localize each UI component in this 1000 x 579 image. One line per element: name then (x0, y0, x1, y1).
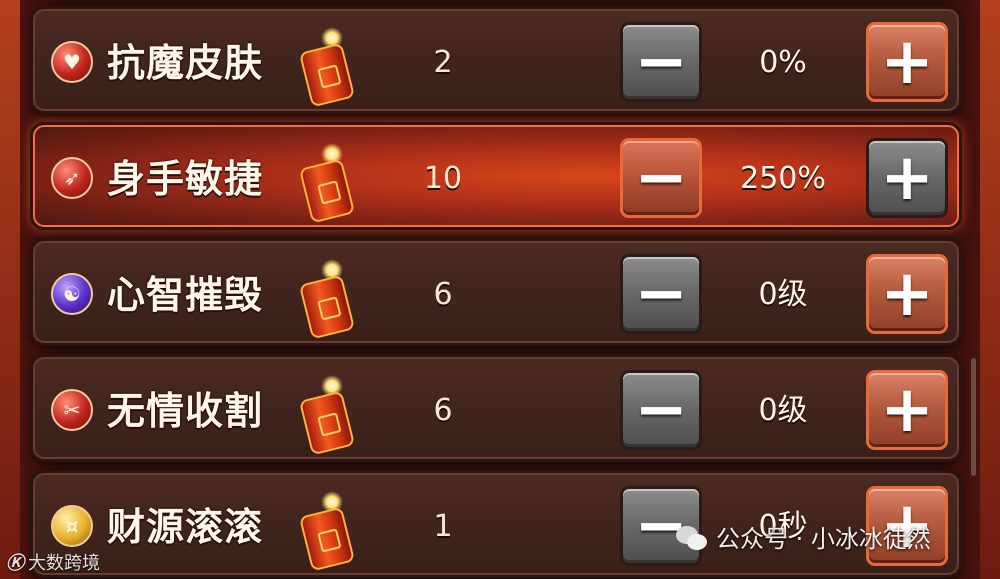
firecracker-icon (298, 27, 357, 108)
decrease-button[interactable]: − (620, 254, 702, 334)
skill-row-anti-magic: ♥ 抗魔皮肤 2 − 0% + (30, 6, 962, 114)
watermark-left-text: 大数跨境 (28, 553, 100, 574)
skill-row-ruthless-harvest: ✂ 无情收割 6 − 0级 + (30, 354, 962, 462)
skill-name: 财源滚滚 (107, 505, 264, 549)
skill-name: 抗魔皮肤 (107, 41, 264, 85)
firecracker-icon (298, 143, 357, 224)
decrease-button[interactable]: − (620, 22, 702, 102)
firecracker-count: 6 (433, 277, 453, 312)
effect-value: 0级 (758, 277, 808, 312)
watermark-logo: Ⓚ (6, 553, 24, 574)
effect-value: 0级 (758, 393, 808, 428)
increase-button[interactable]: + (866, 22, 948, 102)
skill-row-agility: ➶ 身手敏捷 10 − 250% + (30, 122, 962, 230)
decrease-button[interactable]: − (620, 370, 702, 450)
watermark-right-text: 公众号 · 小冰冰徒然 (716, 525, 931, 553)
decrease-button[interactable]: − (620, 138, 702, 218)
skill-name: 身手敏捷 (107, 157, 264, 201)
shield-icon: ♥ (51, 41, 93, 83)
firecracker-count: 10 (423, 161, 463, 196)
firecracker-count: 6 (433, 393, 453, 428)
effect-value: 0% (759, 45, 807, 80)
effect-value: 250% (740, 161, 826, 196)
increase-button[interactable]: + (866, 138, 948, 218)
firecracker-icon (298, 259, 357, 340)
agility-icon: ➶ (51, 157, 93, 199)
firecracker-count: 2 (433, 45, 453, 80)
skill-row-mind-destroy: ☯ 心智摧毁 6 − 0级 + (30, 238, 962, 346)
watermark-left: Ⓚ 大数跨境 (6, 552, 100, 576)
right-frame-border (980, 0, 1000, 579)
increase-button[interactable]: + (866, 254, 948, 334)
firecracker-icon (298, 491, 357, 572)
mind-icon: ☯ (51, 273, 93, 315)
skill-name: 心智摧毁 (107, 273, 264, 317)
scrollbar[interactable] (971, 358, 976, 476)
increase-button[interactable]: + (866, 370, 948, 450)
firecracker-icon (298, 375, 357, 456)
harvest-icon: ✂ (51, 389, 93, 431)
firecracker-count: 1 (433, 509, 453, 544)
left-frame-border (0, 0, 20, 579)
gold-ingot-icon: ¤ (51, 505, 93, 547)
wechat-icon (676, 526, 708, 552)
skill-name: 无情收割 (107, 389, 264, 433)
watermark-right: 公众号 · 小冰冰徒然 (676, 522, 931, 556)
